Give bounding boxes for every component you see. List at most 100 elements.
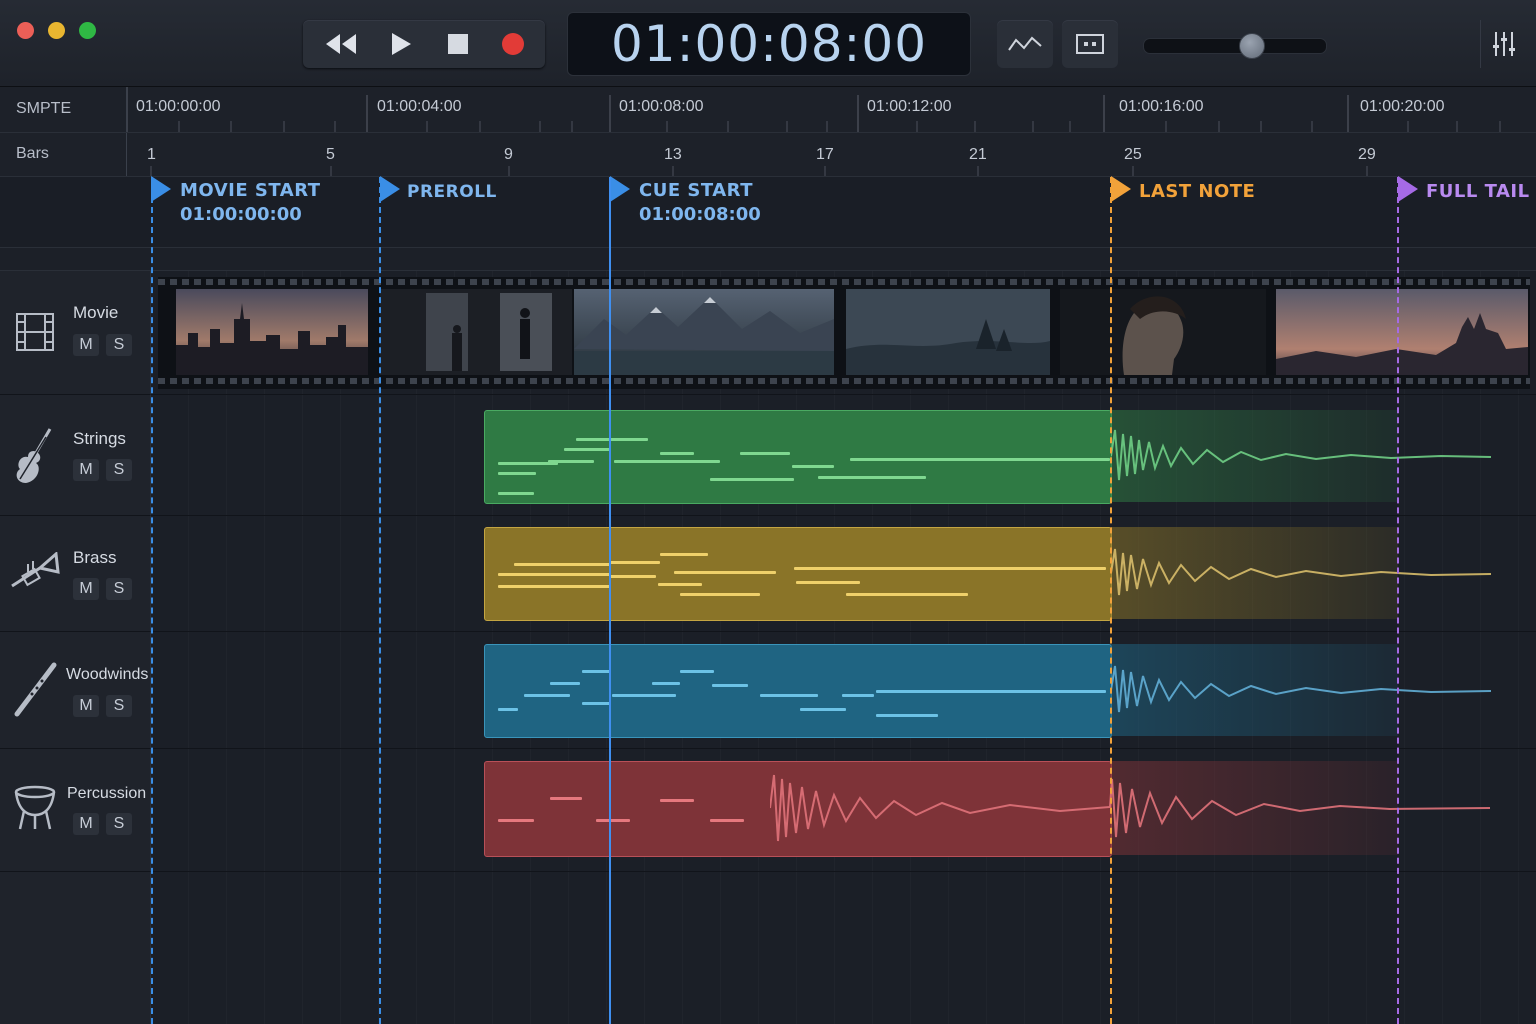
- marker-flag-icon[interactable]: [609, 176, 631, 202]
- marker-last-note-label: LAST NOTE: [1139, 181, 1256, 202]
- mixer-faders-icon: [1493, 32, 1515, 56]
- movie-thumbnail-castle: [1276, 289, 1528, 375]
- mixer-button[interactable]: [1480, 20, 1527, 68]
- marker-line-last-note: [1110, 177, 1112, 1024]
- marker-line-preroll: [379, 177, 381, 1024]
- marker-full-tail-label: FULL TAIL: [1426, 181, 1530, 202]
- movie-filmstrip[interactable]: [158, 277, 1530, 389]
- video-window-button[interactable]: [1062, 20, 1118, 68]
- marker-flag-icon[interactable]: [1110, 176, 1132, 202]
- track-name: Movie: [73, 303, 119, 322]
- video-frame-icon: [1076, 34, 1104, 54]
- mute-button[interactable]: M: [73, 334, 99, 356]
- trumpet-icon: [11, 552, 60, 588]
- marker-movie-start-time: 01:00:00:00: [180, 204, 302, 225]
- bar-tick-label: 5: [326, 146, 335, 163]
- smpte-tick-label: 01:00:08:00: [619, 98, 704, 115]
- toolbar: 01:00:08:00: [0, 0, 1536, 87]
- marker-preroll-label: PREROLL: [407, 182, 497, 202]
- marker-flag-icon[interactable]: [150, 176, 172, 202]
- smpte-ruler-label: SMPTE: [16, 100, 72, 117]
- solo-button[interactable]: S: [106, 334, 132, 356]
- rewind-icon: [326, 34, 356, 54]
- bar-tick-label: 1: [147, 146, 156, 163]
- sprocket-holes: [158, 378, 1530, 384]
- bars-ruler-label: Bars: [16, 145, 49, 162]
- solo-button[interactable]: S: [106, 695, 132, 717]
- play-icon: [392, 33, 411, 55]
- track-header-strings[interactable]: Strings M S: [0, 395, 151, 516]
- violin-icon: [16, 428, 52, 483]
- woodwinds-notes: [484, 644, 1110, 736]
- mute-button[interactable]: M: [73, 695, 99, 717]
- automation-button[interactable]: [997, 20, 1053, 68]
- smpte-tick-label: 01:00:00:00: [136, 98, 221, 115]
- brass-audio-waveform: [1111, 548, 1491, 596]
- movie-thumbnail-mountains: [574, 289, 834, 375]
- smpte-ruler-ticks: [127, 87, 1501, 132]
- marker-line-full-tail: [1397, 177, 1399, 1024]
- track-header-brass[interactable]: Brass M S: [0, 516, 151, 632]
- track-name: Percussion: [67, 785, 147, 802]
- bar-tick-label: 13: [664, 146, 682, 163]
- track-header-percussion[interactable]: Percussion M S: [0, 749, 151, 872]
- track-name: Woodwinds: [66, 666, 149, 683]
- percussion-audio-waveform: [770, 774, 1490, 842]
- timecode-display: 01:00:08:00: [567, 12, 971, 76]
- marker-movie-start-label: MOVIE START: [180, 180, 321, 201]
- strings-notes: [484, 410, 1110, 502]
- bar-tick-label: 21: [969, 146, 987, 163]
- mute-button[interactable]: M: [73, 578, 99, 600]
- marker-line-movie-start: [151, 177, 153, 1024]
- marker-cue-start-label: CUE START: [639, 180, 753, 201]
- solo-button[interactable]: S: [106, 578, 132, 600]
- smpte-ruler[interactable]: SMPTE: [0, 87, 1536, 133]
- movie-thumbnail-face: [1060, 289, 1266, 375]
- empty-track-area[interactable]: [151, 872, 1536, 1024]
- track-header-woodwinds[interactable]: Woodwinds M S: [0, 632, 151, 749]
- marker-cue-start-time: 01:00:08:00: [639, 204, 761, 225]
- record-icon: [502, 33, 524, 55]
- close-window-button[interactable]: [17, 22, 34, 39]
- woodwinds-audio-waveform: [1111, 665, 1491, 713]
- zoom-slider-track[interactable]: [1143, 38, 1327, 54]
- rewind-button[interactable]: [313, 20, 369, 68]
- mute-button[interactable]: M: [73, 459, 99, 481]
- zoom-window-button[interactable]: [79, 22, 96, 39]
- track-name: Strings: [73, 429, 126, 448]
- mute-button[interactable]: M: [73, 813, 99, 835]
- smpte-tick-label: 01:00:16:00: [1119, 98, 1204, 115]
- record-button[interactable]: [485, 20, 541, 68]
- lane-spacer: [0, 248, 1536, 271]
- ruler-divider: [126, 87, 127, 132]
- solo-button[interactable]: S: [106, 813, 132, 835]
- marker-flag-icon[interactable]: [1397, 176, 1419, 202]
- brass-notes: [484, 527, 1110, 619]
- solo-button[interactable]: S: [106, 459, 132, 481]
- smpte-tick-label: 01:00:12:00: [867, 98, 952, 115]
- track-name: Brass: [73, 548, 117, 567]
- smpte-tick-label: 01:00:20:00: [1360, 98, 1445, 115]
- zoom-slider-knob[interactable]: [1239, 33, 1265, 59]
- automation-curve-icon: [1008, 36, 1042, 51]
- transport-controls: [303, 20, 545, 68]
- movie-thumbnail-doorway: [380, 289, 572, 375]
- play-button[interactable]: [373, 20, 429, 68]
- bar-tick-label: 29: [1358, 146, 1376, 163]
- strings-audio-waveform: [1111, 429, 1491, 481]
- stop-icon: [448, 34, 468, 54]
- empty-track-area-header: [0, 872, 151, 1024]
- marker-flag-icon[interactable]: [379, 176, 401, 202]
- playhead-line[interactable]: [609, 177, 611, 1024]
- movie-thumbnail-city: [176, 289, 368, 375]
- movie-thumbnail-lake: [846, 289, 1050, 375]
- bars-ruler[interactable]: Bars: [0, 133, 1536, 177]
- stop-button[interactable]: [430, 20, 486, 68]
- film-icon: [16, 313, 54, 351]
- minimize-window-button[interactable]: [48, 22, 65, 39]
- clarinet-icon: [14, 662, 57, 717]
- bar-tick-label: 17: [816, 146, 834, 163]
- track-header-movie[interactable]: Movie M S: [0, 271, 151, 395]
- smpte-tick-label: 01:00:04:00: [377, 98, 462, 115]
- bar-tick-label: 9: [504, 146, 513, 163]
